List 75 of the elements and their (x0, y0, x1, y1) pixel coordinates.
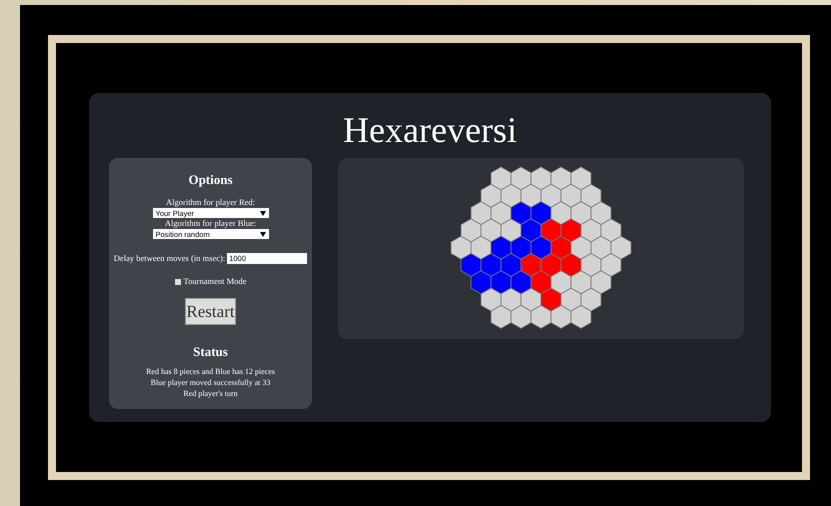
hex-cell[interactable] (600, 253, 622, 277)
status-line: Red player's turn (182, 388, 239, 399)
hex-cell[interactable] (480, 184, 502, 208)
hex-cell[interactable] (450, 236, 472, 260)
hex-cell[interactable] (580, 218, 602, 242)
page-title: Hexareversi (342, 109, 518, 151)
hex-cell[interactable] (560, 218, 582, 242)
status-heading: Status (193, 344, 228, 360)
hex-cell[interactable] (510, 270, 532, 294)
hex-cell[interactable] (470, 270, 492, 294)
hex-cell[interactable] (560, 253, 582, 277)
hex-cell[interactable] (490, 304, 512, 329)
hex-cell[interactable] (520, 218, 542, 242)
options-heading: Options (188, 172, 233, 188)
hex-cell[interactable] (510, 304, 532, 329)
hex-cell[interactable] (560, 288, 582, 312)
hex-cell[interactable] (500, 184, 522, 208)
hex-cell[interactable] (520, 253, 542, 277)
hex-cell[interactable] (480, 218, 502, 242)
hex-cell[interactable] (590, 270, 612, 294)
dropdown-arrow-icon (260, 232, 266, 236)
hex-cell[interactable] (550, 304, 572, 329)
hex-cell[interactable] (580, 184, 602, 208)
hex-cell[interactable] (480, 288, 502, 312)
hex-cell[interactable] (470, 236, 492, 260)
hex-cell[interactable] (580, 253, 602, 277)
second-algorithm-label: Algorithm for player Blue: (164, 218, 256, 229)
hex-cell[interactable] (460, 253, 482, 277)
hex-cell[interactable] (610, 236, 632, 260)
hex-cell[interactable] (480, 253, 502, 277)
hex-cell[interactable] (540, 218, 562, 242)
hex-cell[interactable] (460, 218, 482, 242)
hex-cell[interactable] (540, 253, 562, 277)
hex-cell[interactable] (580, 288, 602, 312)
hex-cell[interactable] (550, 236, 572, 260)
hex-cell[interactable] (490, 236, 512, 260)
hex-cell[interactable] (520, 184, 542, 208)
hex-cell[interactable] (600, 218, 622, 242)
hex-cell[interactable] (550, 201, 572, 226)
hex-cell[interactable] (590, 201, 612, 226)
hex-cell[interactable] (570, 304, 592, 329)
hex-cell[interactable] (570, 270, 592, 294)
hex-cell[interactable] (520, 288, 542, 312)
hex-cell[interactable] (530, 236, 552, 260)
hex-cell[interactable] (510, 201, 532, 226)
hex-cell[interactable] (500, 218, 522, 242)
hex-cell[interactable] (500, 253, 522, 277)
hex-cell[interactable] (570, 236, 592, 260)
hex-cell[interactable] (530, 304, 552, 329)
hex-cell[interactable] (530, 201, 552, 226)
hex-cell[interactable] (530, 270, 552, 294)
hex-cell[interactable] (510, 166, 532, 190)
status-line: Red has 8 pieces and Blue has 12 pieces (146, 366, 275, 377)
tournament-mode-checkbox[interactable] (174, 278, 181, 284)
delay-label: Delay between moves (in msec): (114, 253, 226, 264)
hex-cell[interactable] (540, 184, 562, 208)
status-line: Blue player moved successfully at 33 (150, 377, 272, 388)
hex-cell[interactable] (510, 236, 532, 260)
first-algorithm-label: Algorithm for player Red: (166, 197, 255, 208)
hex-cell[interactable] (490, 270, 512, 294)
hex-cell[interactable] (540, 288, 562, 312)
hex-cell[interactable] (570, 201, 592, 226)
hex-cell[interactable] (530, 166, 552, 190)
hex-cell[interactable] (470, 201, 492, 226)
hex-cell[interactable] (490, 201, 512, 226)
hex-cell[interactable] (550, 166, 572, 190)
restart-button[interactable]: Restart (185, 298, 236, 325)
hex-cell[interactable] (560, 184, 582, 208)
hex-cell[interactable] (550, 270, 572, 294)
dropdown-arrow-icon (260, 210, 266, 216)
hex-cell[interactable] (490, 166, 512, 190)
hex-cell[interactable] (590, 236, 612, 260)
hex-cell[interactable] (570, 166, 592, 190)
hex-cell[interactable] (500, 288, 522, 312)
tournament-mode-label: Tournament Mode (184, 276, 246, 287)
